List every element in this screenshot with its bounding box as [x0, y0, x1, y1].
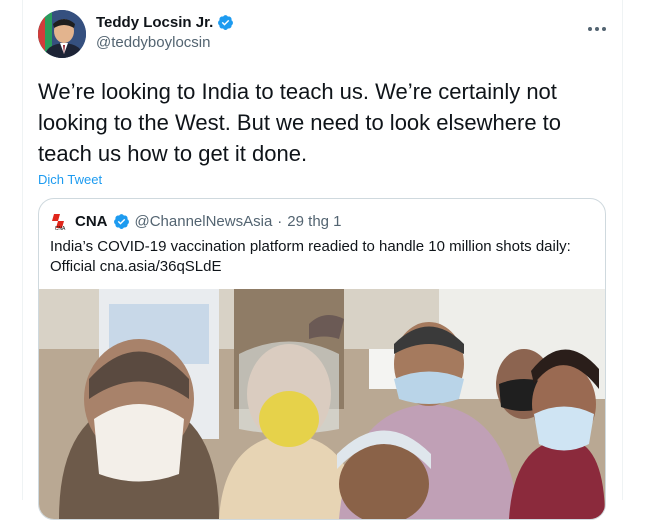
- quoted-tweet-header: CNA CNA @ChannelNewsAsia · 29 thg 1: [50, 211, 342, 231]
- tweet-header: Teddy Locsin Jr. @teddyboylocsin: [38, 10, 608, 60]
- avatar[interactable]: [38, 10, 86, 58]
- quoted-handle[interactable]: @ChannelNewsAsia: [135, 213, 273, 230]
- cna-logo-icon: CNA: [50, 211, 70, 231]
- avatar-image: [38, 10, 86, 58]
- tweet-text: We’re looking to India to teach us. We’r…: [38, 79, 562, 166]
- timeline-border-right: [622, 0, 623, 500]
- quoted-date[interactable]: 29 thg 1: [287, 213, 341, 230]
- quoted-verified-badge-icon: [113, 213, 129, 229]
- display-name[interactable]: Teddy Locsin Jr.: [96, 14, 213, 31]
- quoted-tweet-card[interactable]: CNA CNA @ChannelNewsAsia · 29 thg 1 Indi…: [38, 198, 606, 520]
- handle[interactable]: @teddyboylocsin: [96, 34, 234, 51]
- display-name-row[interactable]: Teddy Locsin Jr.: [96, 14, 234, 31]
- quoted-tweet-text: India’s COVID-19 vaccination platform re…: [50, 238, 571, 275]
- translate-tweet-link[interactable]: Dịch Tweet: [38, 172, 102, 187]
- timeline-border-left: [22, 0, 23, 500]
- more-options-icon[interactable]: [586, 22, 608, 36]
- quoted-separator: ·: [277, 212, 283, 230]
- svg-text:CNA: CNA: [55, 226, 66, 231]
- quoted-tweet-photo[interactable]: [39, 289, 605, 519]
- quoted-display-name[interactable]: CNA: [75, 213, 108, 230]
- verified-badge-icon: [218, 15, 234, 30]
